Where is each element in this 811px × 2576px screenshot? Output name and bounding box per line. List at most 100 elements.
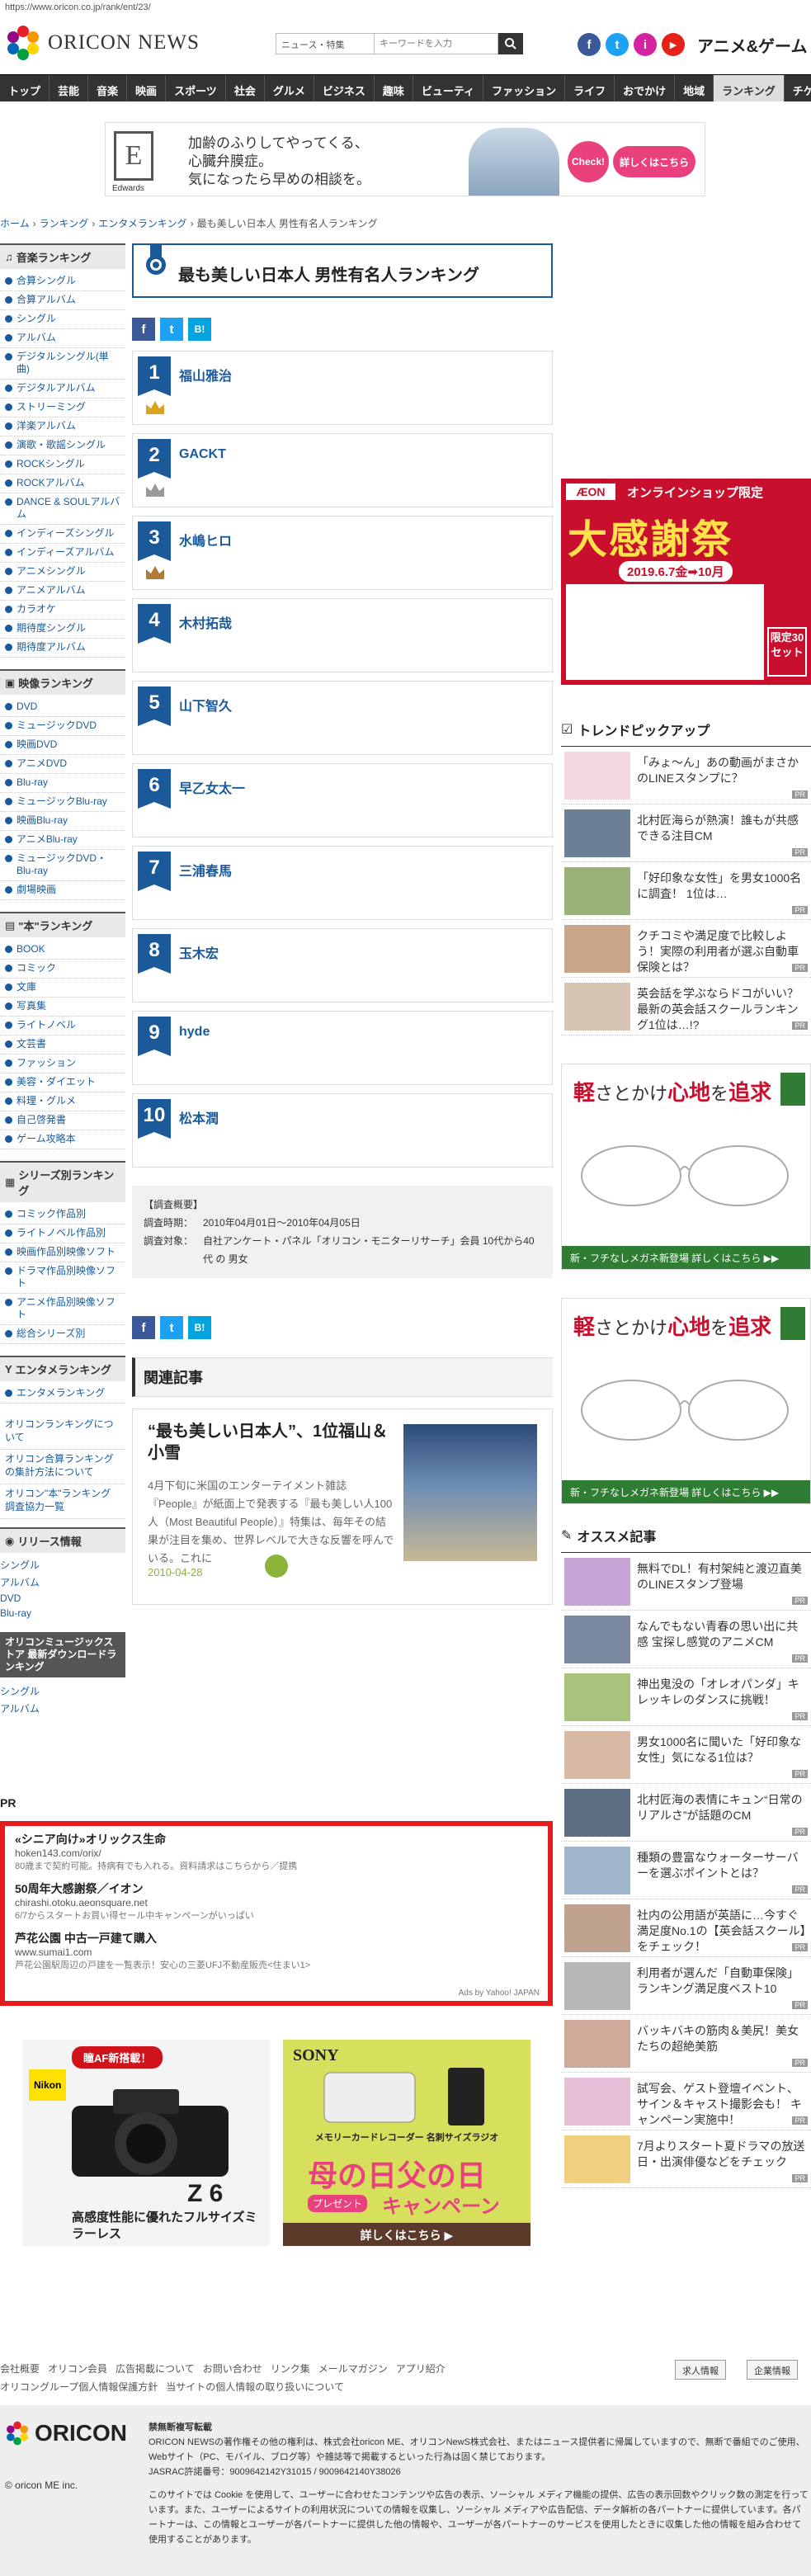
sidebar-info-link[interactable]: オリコン合算ランキングの集計方法について (0, 1450, 125, 1484)
osusume-item[interactable]: 男女1000名に聞いた「好印象な女性」気になる1位は？ PR (561, 1726, 811, 1784)
sidebar-link[interactable]: 期待度アルバム (0, 639, 125, 658)
sidebar-link[interactable]: ストリーミング (0, 399, 125, 418)
pr-ad-title[interactable]: «シニア向け»オリックス生命 (15, 1831, 538, 1847)
anime-game-logo[interactable]: アニメ&ゲーム (697, 33, 811, 57)
footer-link[interactable]: 会社概要 (0, 2363, 40, 2375)
osusume-title[interactable]: 神出鬼没の「オレオパンダ」キレッキレのダンスに挑戦！ (637, 1677, 806, 1708)
nav-item[interactable]: 映画 (127, 75, 167, 101)
osusume-title[interactable]: 7月よりスタート夏ドラマの放送日・出演俳優などをチェック (637, 2139, 806, 2170)
release-link[interactable]: シングル (0, 1556, 125, 1573)
sidebar-link[interactable]: 美容・ダイエット (0, 1073, 125, 1092)
sidebar-info-link[interactable]: オリコン"本"ランキング調査協力一覧 (0, 1484, 125, 1519)
ranking-name-link[interactable]: 木村拓哉 (179, 612, 232, 632)
glasses-banner-ad-1[interactable]: 軽さとかけ心地を追求 新・フチなしメガネ新登場 詳しくはこちら ▶▶ (561, 1064, 811, 1270)
pr-ad-title[interactable]: 芦花公園 中古一戸建て購入 (15, 1930, 538, 1946)
breadcrumb-item[interactable]: エンタメランキング (98, 218, 186, 229)
footer-link[interactable]: 広告掲載について (116, 2363, 195, 2375)
sidebar-link[interactable]: アニメ作品別映像ソフト (0, 1294, 125, 1325)
sidebar-link[interactable]: 合算アルバム (0, 291, 125, 310)
glasses-footer-link[interactable]: 新・フチなしメガネ新登場 詳しくはこちら ▶▶ (562, 1246, 810, 1269)
osusume-thumbnail[interactable] (564, 1558, 630, 1606)
sidebar-link[interactable]: 写真集 (0, 998, 125, 1017)
nav-item[interactable]: チケット (785, 75, 811, 101)
sidebar-link[interactable]: ゲーム攻略本 (0, 1130, 125, 1149)
sidebar-link[interactable]: シングル (0, 310, 125, 329)
nav-item[interactable]: スポーツ (166, 75, 226, 101)
sidebar-link[interactable]: BOOK (0, 941, 125, 960)
release-link[interactable]: アルバム (0, 1573, 125, 1591)
sidebar-link[interactable]: 映画DVD (0, 736, 125, 755)
osusume-item[interactable]: 無料でDL！有村架純と渡辺直美のLINEスタンプ登場 PR (561, 1553, 811, 1611)
trend-title[interactable]: クチコミや満足度で比較しよう！実際の利用者が選ぶ自動車保険とは？ (637, 928, 806, 975)
osusume-item[interactable]: バッキバキの筋肉＆美尻！美女たちの超絶美筋 PR (561, 2015, 811, 2073)
osusume-title[interactable]: 試写会、ゲスト登壇イベント、サイン＆キャスト撮影会も！ キャンペーン実施中！ (637, 2081, 806, 2128)
search-input[interactable] (375, 33, 498, 54)
sidebar-link[interactable]: 自己啓発書 (0, 1111, 125, 1130)
ranking-name-link[interactable]: 松本潤 (179, 1107, 219, 1127)
release-link[interactable]: DVD (0, 1591, 125, 1606)
nav-item[interactable]: ビューティ (413, 75, 484, 101)
sidebar-link[interactable]: ドラマ作品別映像ソフト (0, 1262, 125, 1294)
pr-ad-item[interactable]: 芦花公園 中古一戸建て購入 www.sumai1.com 芦花公園駅周辺の戸建を一覧… (15, 1930, 538, 1971)
sidebar-link[interactable]: インディーズアルバム (0, 544, 125, 563)
sidebar-link[interactable]: ミュージックDVD (0, 717, 125, 736)
sidebar-link[interactable]: カラオケ (0, 601, 125, 620)
edwards-detail-button[interactable]: 詳しくはこちら (613, 146, 695, 177)
trend-thumbnail[interactable] (564, 867, 630, 915)
sidebar-link[interactable]: 洋楽アルバム (0, 418, 125, 436)
sidebar-link[interactable]: ファッション (0, 1054, 125, 1073)
related-article-image[interactable] (403, 1424, 537, 1561)
nikon-banner-ad[interactable]: 瞳AF新搭載！ Nikon Z 6 高感度性能に優れたフルサイズミラーレス (22, 2040, 270, 2246)
osusume-title[interactable]: 利用者が選んだ「自動車保険」ランキング満足度ベスト10 (637, 1965, 806, 1997)
footer-logo[interactable]: ORICON (5, 2420, 127, 2446)
hatena-share-icon[interactable]: B! (188, 318, 211, 341)
facebook-share-icon[interactable]: f (132, 1316, 155, 1339)
ranking-name-link[interactable]: 玉木宏 (179, 942, 219, 962)
corporate-button[interactable]: 企業情報 (747, 2360, 798, 2380)
sidebar-link[interactable]: アニメシングル (0, 563, 125, 582)
instagram-icon[interactable]: i (634, 33, 657, 56)
nav-item[interactable]: 地域 (675, 75, 714, 101)
hatena-share-icon[interactable]: B! (188, 1316, 211, 1339)
nav-item[interactable]: おでかけ (615, 75, 676, 101)
release-link[interactable]: Blu-ray (0, 1606, 125, 1621)
trend-item[interactable]: 北村匠海らが熱演！誰もが共感できる注目CM PR (561, 804, 811, 862)
related-article-title[interactable]: “最も美しい日本人”、1位福山＆小雪 (148, 1421, 395, 1464)
sidebar-link[interactable]: コミック作品別 (0, 1205, 125, 1224)
sidebar-link[interactable]: アルバム (0, 329, 125, 348)
glasses-banner-ad-2[interactable]: 軽さとかけ心地を追求 新・フチなしメガネ新登場 詳しくはこちら ▶▶ (561, 1298, 811, 1504)
sidebar-link[interactable]: 演歌・歌謡シングル (0, 436, 125, 455)
trend-item[interactable]: 英会話を学ぶならドコがいい？最新の英会話スクールランキング1位は…!? PR (561, 978, 811, 1036)
nav-item[interactable]: トップ (0, 75, 50, 101)
sidebar-link[interactable]: エンタメランキング (0, 1385, 125, 1404)
trend-thumbnail[interactable] (564, 983, 630, 1031)
yahoo-ads-credit[interactable]: Ads by Yahoo! JAPAN (459, 1989, 540, 1998)
footer-link[interactable]: 当サイトの個人情報の取り扱いについて (166, 2381, 344, 2393)
osusume-item[interactable]: 社内の公用語が英語に…今すぐ満足度No.1の【英会話スクール】をチェック！ PR (561, 1899, 811, 1957)
sidebar-link[interactable]: DVD (0, 698, 125, 717)
osusume-thumbnail[interactable] (564, 1962, 630, 2010)
osusume-title[interactable]: 無料でDL！有村架純と渡辺直美のLINEスタンプ登場 (637, 1561, 806, 1592)
related-article-card[interactable]: “最も美しい日本人”、1位福山＆小雪 4月下旬に米国のエンターテイメント雑誌『P… (132, 1408, 553, 1605)
trend-thumbnail[interactable] (564, 809, 630, 857)
ranking-name-link[interactable]: 福山雅治 (179, 365, 232, 385)
breadcrumb-item[interactable]: ランキング (40, 218, 89, 229)
facebook-share-icon[interactable]: f (132, 318, 155, 341)
sidebar-link[interactable]: 映画Blu-ray (0, 812, 125, 831)
ranking-name-link[interactable]: 水嶋ヒロ (179, 530, 232, 550)
sony-detail-button[interactable]: 詳しくはこちら ▶ (283, 2223, 530, 2246)
sidebar-link[interactable]: 料理・グルメ (0, 1092, 125, 1111)
sidebar-link[interactable]: DANCE & SOULアルバム (0, 493, 125, 525)
ranking-name-link[interactable]: 早乙女太一 (179, 777, 245, 797)
sidebar-link[interactable]: 総合シリーズ別 (0, 1325, 125, 1344)
sidebar-info-link[interactable]: オリコンランキングについて (0, 1415, 125, 1450)
store-link[interactable]: シングル (0, 1682, 125, 1700)
ranking-name-link[interactable]: 三浦春馬 (179, 860, 232, 880)
sidebar-link[interactable]: ROCKシングル (0, 455, 125, 474)
sidebar-link[interactable]: インディーズシングル (0, 525, 125, 544)
osusume-item[interactable]: 神出鬼没の「オレオパンダ」キレッキレのダンスに挑戦！ PR (561, 1668, 811, 1726)
sidebar-link[interactable]: ライトノベル作品別 (0, 1224, 125, 1243)
osusume-item[interactable]: 7月よりスタート夏ドラマの放送日・出演俳優などをチェック PR (561, 2130, 811, 2188)
osusume-thumbnail[interactable] (564, 1673, 630, 1721)
footer-link[interactable]: アプリ紹介 (396, 2363, 446, 2375)
